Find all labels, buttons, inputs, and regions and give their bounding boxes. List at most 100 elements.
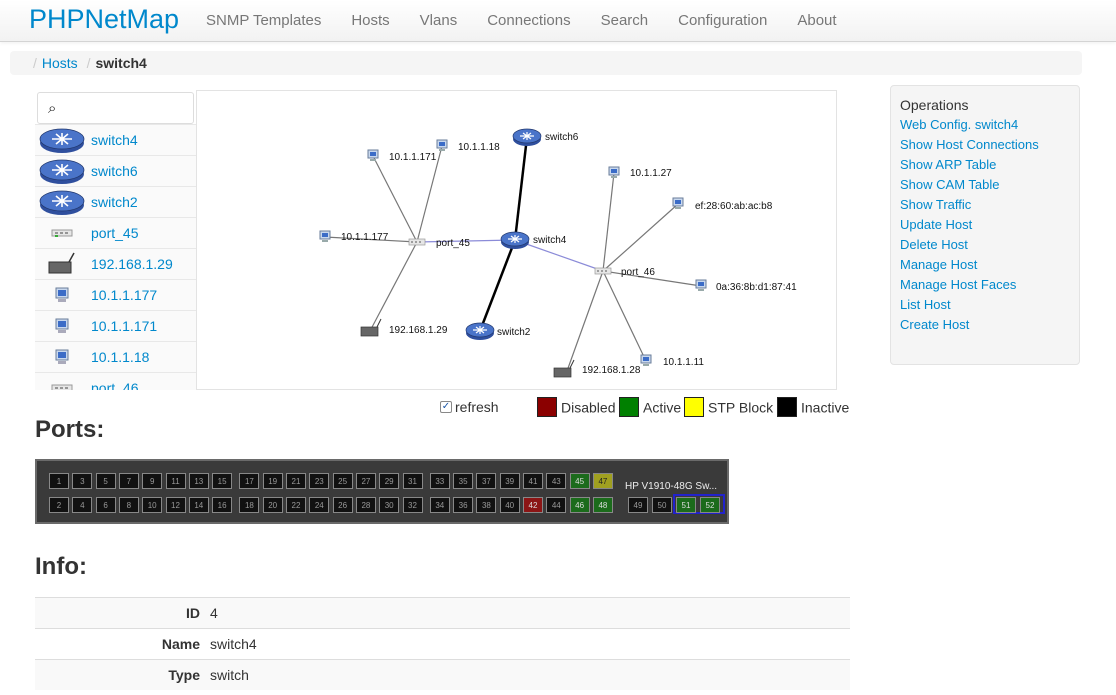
topology-graph[interactable]: switch4 switch6 switch2 port_45 port_46 … [196, 90, 837, 390]
nav-connections[interactable]: Connections [472, 0, 585, 42]
port-8[interactable]: 8 [118, 497, 139, 513]
port-6[interactable]: 6 [95, 497, 116, 513]
list-item[interactable]: 10.1.1.177 [35, 279, 196, 310]
op-manage-host-faces[interactable]: Manage Host Faces [900, 275, 1070, 295]
port-16[interactable]: 16 [212, 497, 233, 513]
port-18[interactable]: 18 [239, 497, 260, 513]
list-item[interactable]: switch2 [35, 186, 196, 217]
port-30[interactable]: 30 [379, 497, 400, 513]
port-19[interactable]: 19 [262, 473, 283, 489]
port-45[interactable]: 45 [569, 473, 590, 489]
port-10[interactable]: 10 [142, 497, 163, 513]
port-48[interactable]: 48 [592, 497, 613, 513]
op-list-host[interactable]: List Host [900, 295, 1070, 315]
port-17[interactable]: 17 [239, 473, 260, 489]
port-29[interactable]: 29 [379, 473, 400, 489]
port-35[interactable]: 35 [453, 473, 474, 489]
nav-snmp-templates[interactable]: SNMP Templates [191, 0, 336, 42]
list-item[interactable]: port_46 [35, 372, 196, 390]
op-show-traffic[interactable]: Show Traffic [900, 195, 1070, 215]
port-28[interactable]: 28 [355, 497, 376, 513]
port-26[interactable]: 26 [332, 497, 353, 513]
port-7[interactable]: 7 [118, 473, 139, 489]
graph-node-192-168-1-29[interactable]: 192.168.1.29 [360, 318, 448, 337]
list-item[interactable]: switch6 [35, 155, 196, 186]
port-43[interactable]: 43 [546, 473, 567, 489]
port-11[interactable]: 11 [165, 473, 186, 489]
op-create-host[interactable]: Create Host [900, 315, 1070, 335]
port-20[interactable]: 20 [262, 497, 283, 513]
host-link[interactable]: 10.1.1.171 [91, 318, 157, 334]
list-item[interactable]: 10.1.1.171 [35, 310, 196, 341]
port-13[interactable]: 13 [188, 473, 209, 489]
brand-link[interactable]: PHPNetMap [29, 4, 179, 35]
port-40[interactable]: 40 [499, 497, 520, 513]
nav-configuration[interactable]: Configuration [663, 0, 782, 42]
port-25[interactable]: 25 [332, 473, 353, 489]
port-46[interactable]: 46 [569, 497, 590, 513]
refresh-toggle[interactable]: ✓ refresh [440, 399, 499, 415]
port-51[interactable]: 51 [676, 497, 696, 513]
graph-node-10-1-1-171[interactable]: 10.1.1.171 [367, 149, 437, 163]
port-31[interactable]: 31 [402, 473, 423, 489]
op-manage-host[interactable]: Manage Host [900, 255, 1070, 275]
host-link[interactable]: port_46 [91, 380, 138, 390]
graph-node-mac-ef28[interactable]: ef:28:60:ab:ac:b8 [672, 197, 773, 212]
port-37[interactable]: 37 [476, 473, 497, 489]
graph-node-port-45[interactable]: port_45 [408, 238, 470, 249]
port-41[interactable]: 41 [523, 473, 543, 489]
graph-node-port-46[interactable]: port_46 [594, 267, 655, 278]
graph-node-10-1-1-11[interactable]: 10.1.1.11 [640, 354, 704, 368]
port-3[interactable]: 3 [72, 473, 93, 489]
host-link[interactable]: switch2 [91, 194, 138, 210]
graph-node-10-1-1-18[interactable]: 10.1.1.18 [436, 139, 500, 153]
nav-hosts[interactable]: Hosts [336, 0, 404, 42]
nav-vlans[interactable]: Vlans [405, 0, 473, 42]
port-14[interactable]: 14 [188, 497, 209, 513]
port-22[interactable]: 22 [286, 497, 306, 513]
host-link[interactable]: port_45 [91, 225, 138, 241]
list-item[interactable]: switch4 [35, 124, 196, 155]
host-link[interactable]: 192.168.1.29 [91, 256, 173, 272]
port-47[interactable]: 47 [592, 473, 613, 489]
op-delete-host[interactable]: Delete Host [900, 235, 1070, 255]
port-38[interactable]: 38 [476, 497, 497, 513]
host-link[interactable]: 10.1.1.18 [91, 349, 149, 365]
list-item[interactable]: 192.168.1.29 [35, 248, 196, 279]
graph-node-switch6[interactable]: switch6 [512, 128, 579, 147]
host-link[interactable]: switch6 [91, 163, 138, 179]
port-50[interactable]: 50 [652, 497, 672, 513]
op-show-host-connections[interactable]: Show Host Connections [900, 135, 1070, 155]
op-update-host[interactable]: Update Host [900, 215, 1070, 235]
port-15[interactable]: 15 [212, 473, 233, 489]
nav-about[interactable]: About [782, 0, 851, 42]
port-1[interactable]: 1 [49, 473, 69, 489]
list-item[interactable]: 10.1.1.18 [35, 341, 196, 372]
graph-node-switch2[interactable]: switch2 [465, 322, 531, 341]
port-12[interactable]: 12 [165, 497, 186, 513]
port-36[interactable]: 36 [453, 497, 474, 513]
graph-node-10-1-1-177[interactable]: 10.1.1.177 [319, 230, 389, 243]
host-link[interactable]: switch4 [91, 132, 138, 148]
port-27[interactable]: 27 [355, 473, 376, 489]
op-show-cam-table[interactable]: Show CAM Table [900, 175, 1070, 195]
op-web-config[interactable]: Web Config. switch4 [900, 115, 1070, 135]
nav-search[interactable]: Search [586, 0, 664, 42]
port-23[interactable]: 23 [309, 473, 330, 489]
port-44[interactable]: 44 [546, 497, 567, 513]
port-34[interactable]: 34 [429, 497, 450, 513]
graph-node-mac-0a36[interactable]: 0a:36:8b:d1:87:41 [695, 279, 797, 293]
list-item[interactable]: port_45 [35, 217, 196, 248]
port-4[interactable]: 4 [72, 497, 93, 513]
graph-node-10-1-1-27[interactable]: 10.1.1.27 [608, 166, 672, 179]
topology-svg[interactable]: switch4 switch6 switch2 port_45 port_46 … [197, 91, 838, 391]
search-input[interactable]: ⌕ [37, 92, 194, 124]
port-5[interactable]: 5 [95, 473, 116, 489]
breadcrumb-hosts-link[interactable]: Hosts [42, 55, 78, 71]
op-show-arp-table[interactable]: Show ARP Table [900, 155, 1070, 175]
port-24[interactable]: 24 [309, 497, 330, 513]
host-link[interactable]: 10.1.1.177 [91, 287, 157, 303]
port-42[interactable]: 42 [523, 497, 543, 513]
port-52[interactable]: 52 [700, 497, 720, 513]
graph-node-192-168-1-28[interactable]: 192.168.1.28 [553, 359, 641, 378]
